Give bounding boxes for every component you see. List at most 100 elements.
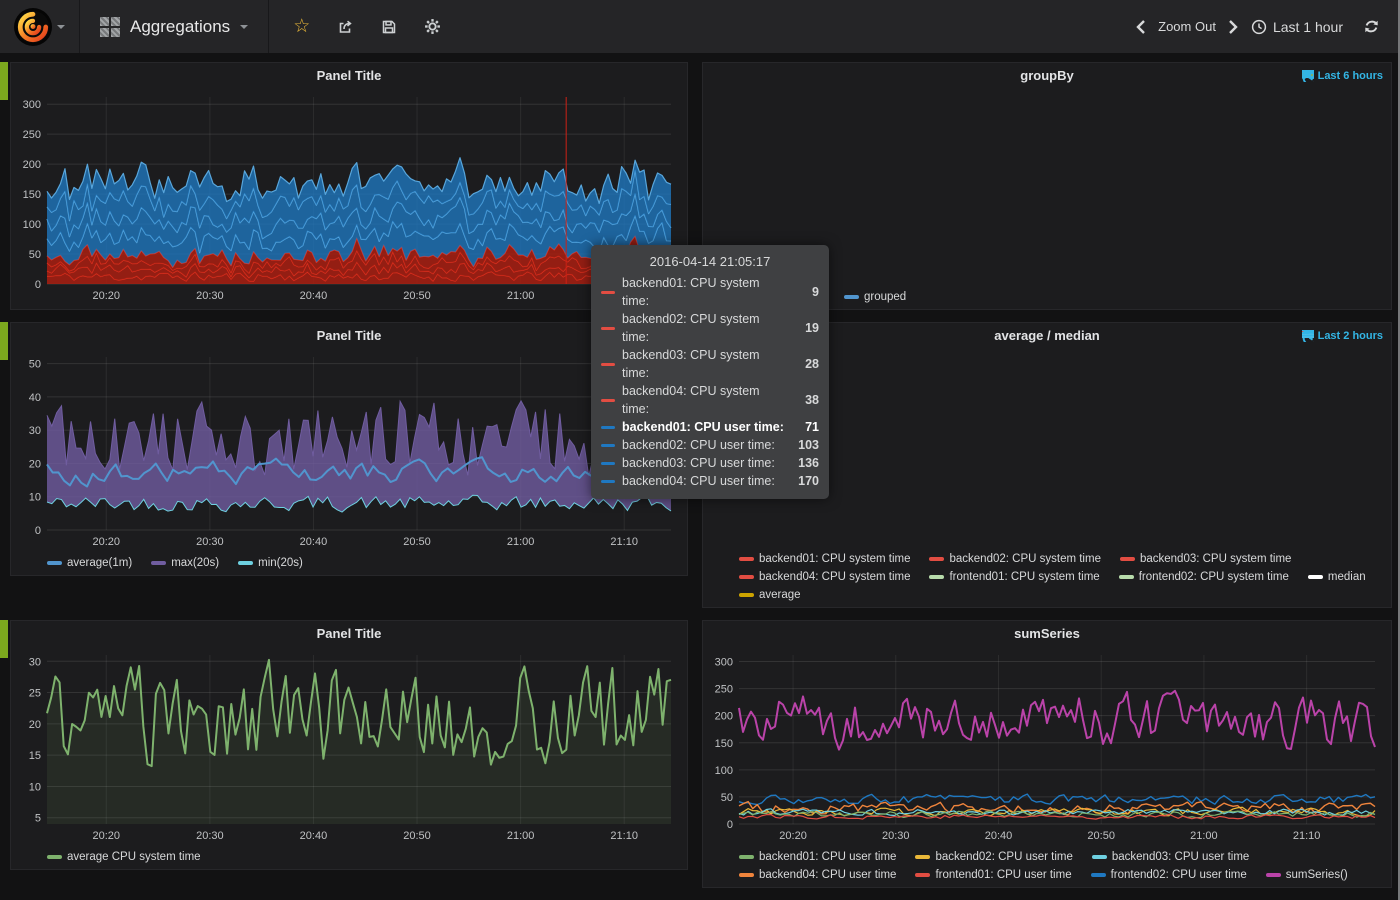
- panel-time-override-badge: 17:0018:0019:0020:0021:00101520253035404…: [1302, 63, 1383, 89]
- series-color-dash: [844, 295, 859, 299]
- clock-icon: 19:2019:3019:4019:5020:0020:1020:2020:30…: [1302, 330, 1314, 342]
- grafana-menu-button[interactable]: [0, 0, 79, 53]
- graph-tooltip: 2016-04-14 21:05:17 backend01: CPU syste…: [591, 245, 829, 499]
- panel-title[interactable]: sumSeries: [703, 621, 1391, 647]
- svg-text:0: 0: [35, 279, 41, 291]
- legend-item[interactable]: grouped: [844, 288, 906, 306]
- svg-text:20:30: 20:30: [882, 830, 910, 842]
- share-button[interactable]: [337, 19, 354, 35]
- svg-text:20:30: 20:30: [196, 536, 224, 548]
- legend-item[interactable]: backend01: CPU user time: [739, 848, 896, 866]
- legend-item[interactable]: frontend01: CPU user time: [915, 866, 1071, 884]
- chart-canvas[interactable]: 20:2020:3020:4020:5021:0021:100501001502…: [13, 89, 685, 304]
- legend-item[interactable]: backend01: CPU system time: [739, 550, 910, 568]
- chart-canvas[interactable]: 20:2020:3020:4020:5021:0021:100501001502…: [705, 647, 1389, 844]
- chevron-down-icon: [57, 25, 65, 29]
- row-control-tab[interactable]: [0, 322, 8, 360]
- series-color-dash: [601, 291, 615, 294]
- svg-text:200: 200: [23, 159, 41, 171]
- series-color-dash: [929, 575, 944, 579]
- legend-item[interactable]: max(20s): [151, 554, 219, 572]
- save-button[interactable]: [381, 19, 397, 35]
- star-button[interactable]: ☆: [293, 17, 310, 36]
- svg-text:20:40: 20:40: [985, 830, 1013, 842]
- svg-text:25: 25: [29, 688, 41, 700]
- legend-item[interactable]: frontend02: CPU system time: [1119, 568, 1289, 586]
- legend-item[interactable]: backend04: CPU system time: [739, 568, 910, 586]
- legend-item[interactable]: backend03: CPU system time: [1120, 550, 1291, 568]
- series-color-dash: [1092, 855, 1107, 859]
- svg-text:150: 150: [715, 738, 733, 750]
- legend-item[interactable]: average: [739, 586, 801, 604]
- svg-text:21:00: 21:00: [507, 536, 535, 548]
- svg-text:15: 15: [29, 750, 41, 762]
- tooltip-series-row: backend01: CPU system time:9: [601, 274, 819, 310]
- svg-text:20:20: 20:20: [93, 830, 121, 842]
- svg-text:20:20: 20:20: [93, 290, 121, 302]
- legend-item[interactable]: frontend01: CPU system time: [929, 568, 1099, 586]
- panel-time-override-badge: 19:2019:3019:4019:5020:0020:1020:2020:30…: [1302, 323, 1383, 349]
- zoom-out-button[interactable]: Zoom Out: [1158, 19, 1216, 34]
- legend-item[interactable]: sumSeries(): [1266, 866, 1348, 884]
- series-color-dash: [601, 462, 615, 465]
- series-color-dash: [915, 855, 930, 859]
- legend-item[interactable]: backend04: CPU user time: [739, 866, 896, 884]
- time-range-picker[interactable]: Last 1 hour: [1251, 19, 1343, 35]
- panel-title[interactable]: Panel Title: [11, 63, 687, 89]
- panel-title[interactable]: groupBy: [703, 63, 1391, 89]
- svg-text:100: 100: [715, 765, 733, 777]
- svg-text:250: 250: [23, 129, 41, 141]
- dashboard-picker[interactable]: Aggregations: [80, 0, 268, 53]
- series-color-dash: [238, 561, 253, 565]
- series-color-dash: [1091, 873, 1106, 877]
- chart-canvas[interactable]: 20:2020:3020:4020:5021:0021:105101520253…: [13, 647, 685, 844]
- tooltip-timestamp: 2016-04-14 21:05:17: [601, 251, 819, 274]
- svg-text:21:00: 21:00: [507, 830, 535, 842]
- dashboard-title: Aggregations: [130, 17, 230, 37]
- series-color-dash: [1308, 575, 1323, 579]
- legend-item[interactable]: median: [1308, 568, 1366, 586]
- legend-item[interactable]: backend02: CPU system time: [929, 550, 1100, 568]
- series-color-dash: [47, 855, 62, 859]
- dashboard-grid-icon: [100, 17, 120, 37]
- panel-title[interactable]: Panel Title: [11, 621, 687, 647]
- svg-text:20:30: 20:30: [196, 290, 224, 302]
- row-control-tab[interactable]: [0, 62, 8, 100]
- legend-item[interactable]: backend03: CPU user time: [1092, 848, 1249, 866]
- panel-legend: average(1m) max(20s) min(20s): [47, 554, 683, 572]
- panel-avg-max-min: Panel Title 20:2020:3020:4020:5021:0021:…: [10, 322, 688, 576]
- time-back-button[interactable]: [1135, 19, 1146, 35]
- time-forward-button[interactable]: [1228, 19, 1239, 35]
- grafana-logo-icon: [14, 8, 52, 46]
- svg-text:10: 10: [29, 492, 41, 504]
- series-color-dash: [601, 480, 615, 483]
- svg-text:200: 200: [715, 711, 733, 723]
- series-color-dash: [739, 855, 754, 859]
- refresh-button[interactable]: [1363, 18, 1380, 35]
- svg-text:30: 30: [29, 425, 41, 437]
- legend-item[interactable]: average(1m): [47, 554, 132, 572]
- svg-text:20:50: 20:50: [403, 536, 431, 548]
- svg-text:10: 10: [29, 781, 41, 793]
- svg-text:20: 20: [29, 458, 41, 470]
- row-control-tab[interactable]: [0, 620, 8, 658]
- panel-title[interactable]: Panel Title: [11, 323, 687, 349]
- series-color-dash: [601, 363, 615, 366]
- svg-text:50: 50: [29, 359, 41, 371]
- legend-item[interactable]: min(20s): [238, 554, 303, 572]
- chart-canvas[interactable]: 20:2020:3020:4020:5021:0021:100102030405…: [13, 349, 685, 550]
- svg-text:20:50: 20:50: [403, 830, 431, 842]
- legend-item[interactable]: frontend02: CPU user time: [1091, 866, 1247, 884]
- svg-text:100: 100: [23, 219, 41, 231]
- tooltip-series-row: backend03: CPU system time:28: [601, 346, 819, 382]
- svg-text:30: 30: [29, 656, 41, 668]
- time-range-label: Last 1 hour: [1273, 19, 1343, 35]
- panel-legend: backend01: CPU user time backend02: CPU u…: [739, 848, 1387, 884]
- legend-item[interactable]: backend02: CPU user time: [915, 848, 1072, 866]
- panel-legend: average CPU system time: [47, 848, 683, 866]
- svg-text:150: 150: [23, 189, 41, 201]
- series-color-dash: [1266, 873, 1281, 877]
- svg-text:21:00: 21:00: [507, 290, 535, 302]
- settings-gear-icon[interactable]: [424, 18, 441, 35]
- legend-item[interactable]: average CPU system time: [47, 848, 201, 866]
